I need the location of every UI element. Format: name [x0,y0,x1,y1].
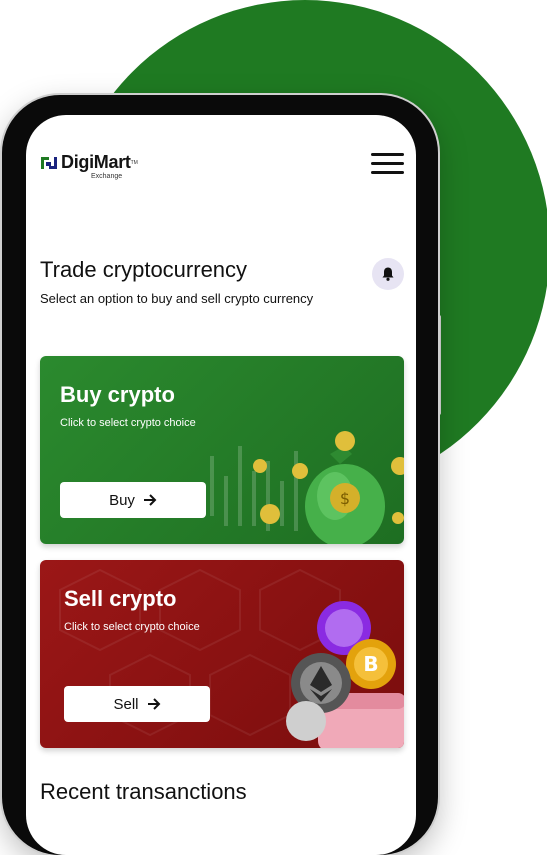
sell-button[interactable]: Sell [64,686,210,722]
svg-text:$: $ [340,489,350,508]
phone-frame: DigiMart TM Exchange Trade cryptocurrenc… [2,95,438,855]
notification-button[interactable] [372,258,404,290]
menu-icon[interactable] [371,153,404,175]
logo-name: DigiMart [61,152,131,172]
sell-card-subtitle: Click to select crypto choice [64,621,200,633]
svg-text:B: B [363,652,378,676]
logo-icon [39,153,59,173]
app-screen: DigiMart TM Exchange Trade cryptocurrenc… [26,115,416,855]
app-logo[interactable]: DigiMart TM Exchange [39,152,138,180]
crypto-coins-icon: B [286,601,404,748]
buy-card-title: Buy crypto [60,382,175,407]
money-bag-icon: $ [253,431,404,544]
arrow-right-icon [143,494,157,506]
buy-crypto-card[interactable]: Buy crypto Click to select crypto choice… [40,356,404,544]
sell-card-title: Sell crypto [64,586,177,611]
buy-button-label: Buy [109,491,135,509]
arrow-right-icon [147,698,160,710]
page-title: Trade cryptocurrency [40,257,248,282]
buy-card-subtitle: Click to select crypto choice [60,417,196,429]
logo-trademark: TM [130,159,138,166]
buy-button[interactable]: Buy [60,482,206,518]
bell-icon [382,267,394,281]
recent-transactions-heading: Recent transanctions [40,779,247,804]
logo-subtitle: Exchange [91,173,123,180]
page-subtitle: Select an option to buy and sell crypto … [40,291,314,306]
sell-button-label: Sell [113,695,139,713]
sell-crypto-card[interactable]: Sell crypto Click to select crypto choic… [40,560,404,748]
